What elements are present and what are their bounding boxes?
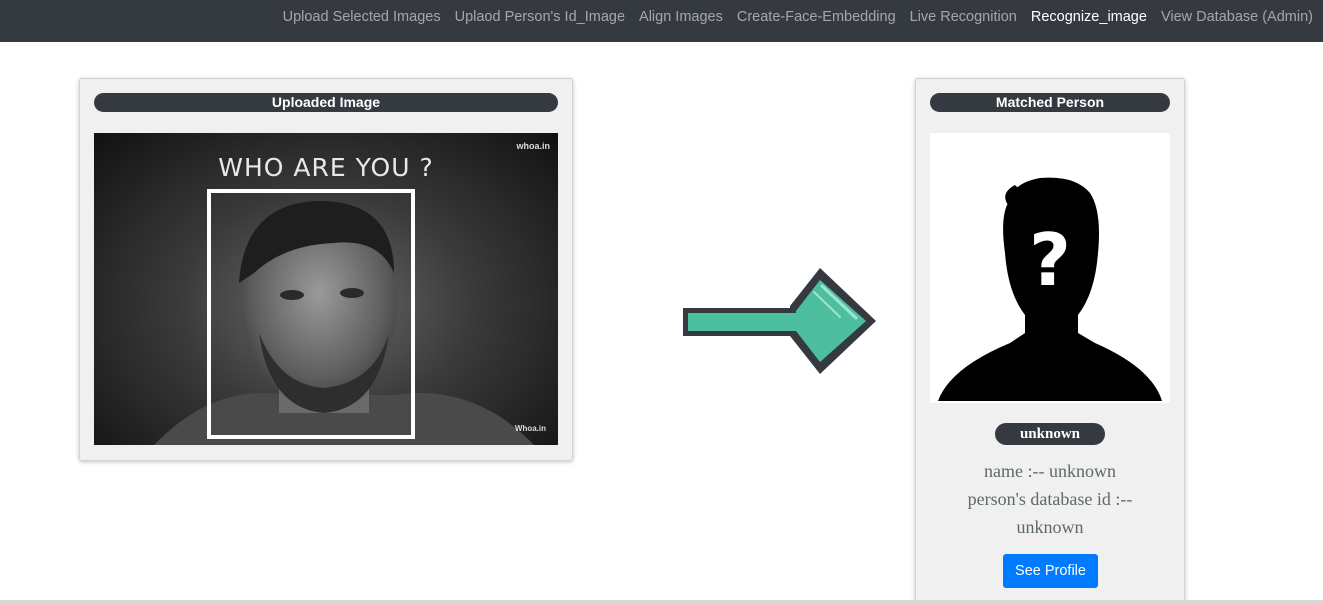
page-bottom-edge [0, 600, 1323, 604]
see-profile-button[interactable]: See Profile [1003, 554, 1098, 588]
uploaded-photo: WHO ARE YOU ? whoa.in Whoa.in [94, 133, 558, 445]
photo-watermark-top: whoa.in [516, 141, 551, 151]
uploaded-image-title: Uploaded Image [94, 93, 558, 112]
nav-view-database-admin[interactable]: View Database (Admin) [1154, 9, 1320, 25]
matched-name-badge: unknown [995, 423, 1105, 445]
svg-text:?: ? [1029, 218, 1071, 302]
matched-name-line: name :-- unknown [984, 461, 1116, 481]
matched-person-photo: ? [930, 133, 1170, 403]
matched-person-info: name :-- unknown person's database id :-… [916, 457, 1184, 541]
photo-watermark-bottom: Whoa.in [514, 424, 546, 433]
unknown-person-icon: ? [938, 177, 1162, 401]
face-detection-box [207, 189, 415, 439]
nav-recognize-image[interactable]: Recognize_image [1024, 9, 1154, 25]
top-navbar: Upload Selected Images Uplaod Person's I… [0, 0, 1323, 42]
matched-id-line-1: person's database id :-- [967, 489, 1133, 509]
photo-overlay-text: WHO ARE YOU ? [218, 153, 434, 182]
nav-create-face-embedding[interactable]: Create-Face-Embedding [730, 9, 903, 25]
right-arrow-icon [683, 268, 876, 374]
nav-links: Upload Selected Images Uplaod Person's I… [276, 0, 1320, 34]
matched-person-title: Matched Person [930, 93, 1170, 112]
uploaded-image-card: Uploaded Image WHO ARE YOU ? whoa.in Who… [79, 78, 573, 461]
nav-align-images[interactable]: Align Images [632, 9, 730, 25]
nav-upload-selected-images[interactable]: Upload Selected Images [276, 9, 448, 25]
matched-id-line-2: unknown [1016, 517, 1084, 537]
matched-person-card: Matched Person ? unknown name :-- unknow… [915, 78, 1185, 604]
nav-live-recognition[interactable]: Live Recognition [903, 9, 1024, 25]
nav-upload-person-id-image[interactable]: Uplaod Person's Id_Image [448, 9, 632, 25]
